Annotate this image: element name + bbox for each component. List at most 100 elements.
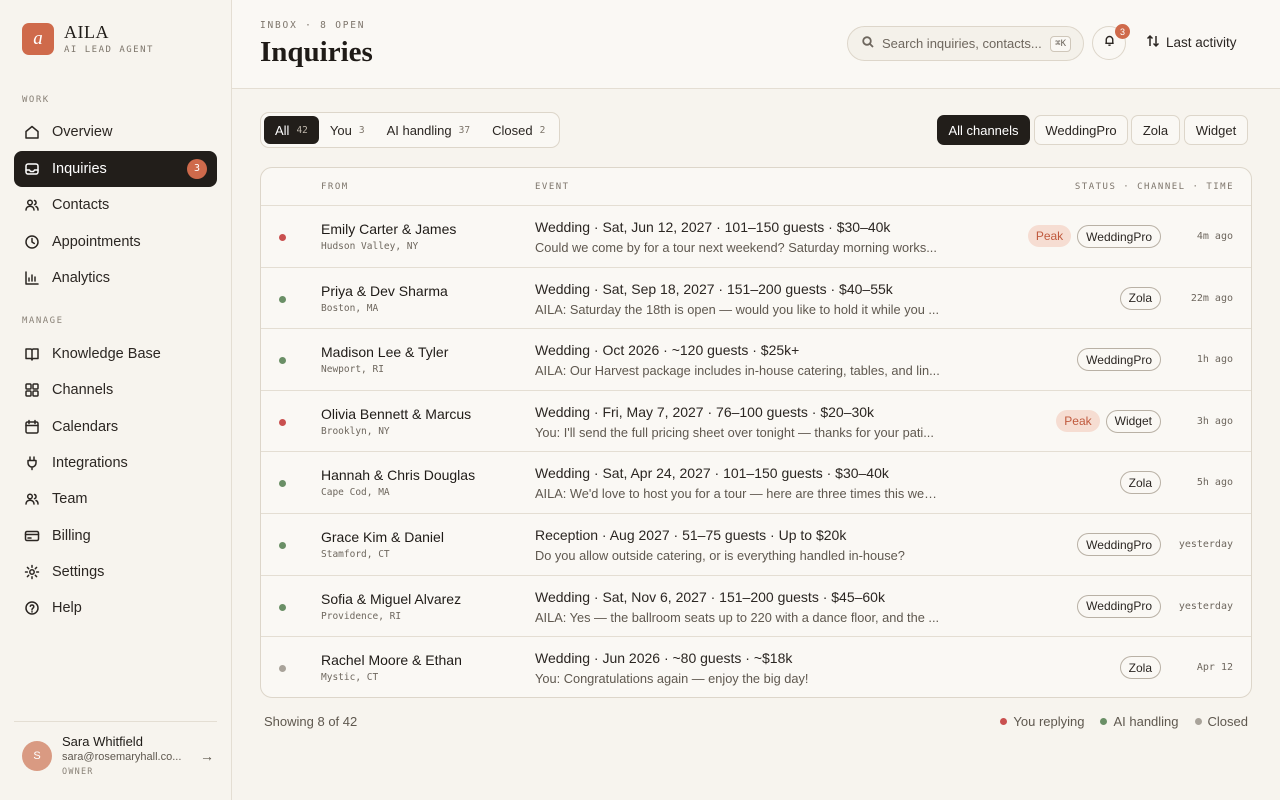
column-header-status: STATUS · CHANNEL · TIME	[1074, 182, 1234, 192]
user-card[interactable]: S Sara Whitfield sara@rosemaryhall.co...…	[22, 734, 217, 777]
sidebar-item-settings[interactable]: Settings	[14, 554, 217, 590]
breadcrumb: INBOX · 8 OPEN	[260, 20, 366, 31]
message-preview: AILA: Our Harvest package includes in-ho…	[535, 363, 940, 379]
filter-tab-you[interactable]: You 3	[319, 116, 376, 144]
gear-icon	[24, 564, 40, 580]
status-dot	[279, 603, 286, 611]
message-preview: AILA: We'd love to host you for a tour —…	[535, 486, 941, 502]
results-count: Showing 8 of 42	[264, 714, 358, 729]
channel-filter-zola[interactable]: Zola	[1131, 115, 1180, 145]
status-dot	[279, 357, 286, 365]
message-preview: Could we come by for a tour next weekend…	[535, 240, 937, 255]
sort-button[interactable]: Last activity	[1146, 34, 1237, 51]
contact-location: Mystic, CT	[321, 672, 379, 684]
search-input[interactable]	[882, 36, 1042, 51]
sort-label: Last activity	[1166, 35, 1237, 50]
sidebar-item-knowledge-base[interactable]: Knowledge Base	[14, 336, 217, 372]
sidebar-item-billing[interactable]: Billing	[14, 518, 217, 554]
sidebar-item-help[interactable]: Help	[14, 590, 217, 626]
event-summary: Wedding · Sat, Jun 12, 2027 · 101–150 gu…	[535, 219, 891, 235]
event-summary: Wedding · Sat, Sep 18, 2027 · 151–200 gu…	[535, 280, 893, 297]
sidebar-item-label: Contacts	[52, 197, 110, 213]
inbox-icon	[24, 161, 40, 177]
peak-badge: Peak	[1027, 225, 1072, 247]
last-activity-time: 3h ago	[1196, 415, 1233, 427]
filter-tab-closed[interactable]: Closed 2	[481, 116, 556, 144]
filter-tab-all[interactable]: All 42	[264, 116, 319, 144]
filter-tab-count: 2	[539, 124, 546, 136]
table-row[interactable]: Sofia & Miguel Alvarez Providence, RI Wedd…	[261, 576, 1251, 638]
section-label-manage: MANAGE	[22, 316, 64, 326]
page-title: Inquiries	[260, 36, 373, 68]
notifications-button[interactable]: 3	[1092, 24, 1130, 60]
sidebar-item-calendars[interactable]: Calendars	[14, 409, 217, 445]
sidebar-item-label: Channels	[52, 382, 114, 399]
page-header: INBOX · 8 OPEN Inquiries ⌘K 3 Last activ…	[232, 0, 1280, 89]
channel-filter-all-channels[interactable]: All channels	[937, 115, 1030, 145]
contact-name: Sofia & Miguel Alvarez	[321, 590, 462, 607]
legend-label: Closed	[1207, 714, 1248, 729]
calendar-icon	[24, 419, 40, 435]
sidebar-item-overview[interactable]: Overview	[14, 114, 217, 150]
table-row[interactable]: Grace Kim & Daniel Stamford, CT Reception …	[261, 514, 1251, 576]
channel-filter-widget[interactable]: Widget	[1184, 115, 1248, 145]
table-row[interactable]: Hannah & Chris Douglas Cape Cod, MA Weddin…	[261, 452, 1251, 514]
avatar: S	[22, 740, 52, 771]
channel-badge: Zola	[1119, 656, 1161, 680]
legend-item-ai: AI handling	[1100, 714, 1179, 729]
last-activity-time: 5h ago	[1196, 477, 1233, 489]
sidebar-item-team[interactable]: Team	[14, 481, 217, 517]
last-activity-time: 22m ago	[1190, 292, 1233, 304]
book-icon	[24, 346, 40, 362]
channel-filter-weddingpro[interactable]: WeddingPro	[1034, 115, 1128, 145]
contact-location: Providence, RI	[321, 610, 402, 622]
sidebar-item-inquiries[interactable]: Inquiries 3	[14, 150, 217, 187]
section-label-work: WORK	[22, 95, 50, 105]
help-icon	[24, 600, 40, 616]
sidebar-item-integrations[interactable]: Integrations	[14, 445, 217, 481]
brand-subtitle: AI LEAD AGENT	[64, 45, 154, 55]
contact-name: Olivia Bennett & Marcus	[321, 405, 472, 422]
table-row[interactable]: Priya & Dev Sharma Boston, MA Wedding · Sa…	[261, 268, 1251, 330]
search-box[interactable]: ⌘K	[847, 26, 1084, 61]
message-preview: Do you allow outside catering, or is eve…	[535, 548, 905, 563]
channel-badge: Zola	[1119, 286, 1161, 310]
sidebar-item-label: Integrations	[52, 454, 128, 471]
sidebar-item-label: Billing	[52, 527, 91, 544]
sidebar-item-label: Calendars	[52, 418, 119, 435]
sidebar-item-analytics[interactable]: Analytics	[14, 260, 217, 296]
legend-item-you: You replying	[1000, 714, 1084, 729]
team-icon	[24, 491, 40, 507]
filter-tab-ai-handling[interactable]: AI handling 37	[376, 116, 482, 144]
user-email: sara@rosemaryhall.co...	[62, 751, 182, 763]
sidebar-item-appointments[interactable]: Appointments	[14, 224, 217, 260]
sidebar-item-label: Team	[52, 491, 88, 508]
status-dot	[279, 418, 286, 426]
event-summary: Wedding · Sat, Apr 24, 2027 · 101–150 gu…	[535, 465, 889, 482]
arrow-right-icon[interactable]: →	[200, 748, 214, 764]
table-row[interactable]: Rachel Moore & Ethan Mystic, CT Wedding · …	[261, 637, 1251, 697]
table-row[interactable]: Olivia Bennett & Marcus Brooklyn, NY Weddi…	[261, 391, 1251, 453]
table-row[interactable]: Madison Lee & Tyler Newport, RI Wedding · …	[261, 329, 1251, 391]
sidebar-item-label: Inquiries	[52, 160, 107, 177]
event-summary: Wedding · Fri, May 7, 2027 · 76–100 gues…	[535, 403, 875, 420]
filter-tab-count: 42	[296, 124, 308, 136]
brand-logo: a	[22, 23, 54, 55]
event-summary: Wedding · Jun 2026 · ~80 guests · ~$18k	[535, 650, 793, 667]
bar-chart-icon	[24, 270, 40, 286]
contact-location: Brooklyn, NY	[321, 425, 390, 437]
sidebar-item-channels[interactable]: Channels	[14, 372, 217, 408]
brand-name: AILA	[64, 22, 109, 42]
legend-dot	[1100, 718, 1108, 725]
filter-tab-label: All	[275, 122, 290, 138]
user-name: Sara Whitfield	[62, 734, 143, 749]
contact-name: Rachel Moore & Ethan	[321, 652, 462, 669]
table-row[interactable]: Emily Carter & James Hudson Valley, NY Wed…	[261, 206, 1251, 268]
grid-icon	[24, 382, 40, 398]
column-header-event: EVENT	[535, 182, 570, 192]
contact-name: Hannah & Chris Douglas	[321, 467, 476, 484]
status-legend: You replying AI handling Closed	[1000, 714, 1248, 729]
contact-name: Emily Carter & James	[321, 221, 457, 237]
sidebar-item-contacts[interactable]: Contacts	[14, 187, 217, 223]
channel-badge: WeddingPro	[1077, 348, 1161, 372]
